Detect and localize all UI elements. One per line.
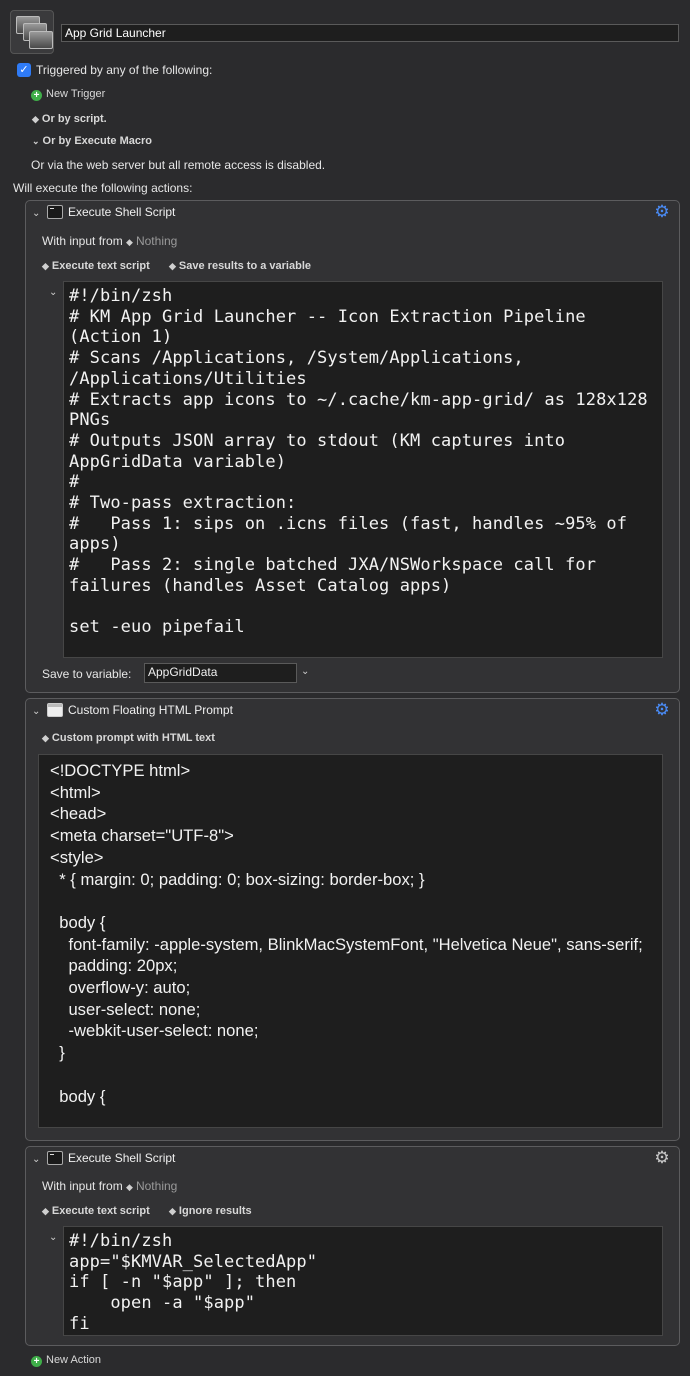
updown-icon: ◆: [42, 261, 49, 271]
action-title: Execute Shell Script: [68, 1151, 176, 1165]
action-execute-shell-script-2[interactable]: ⌄ Execute Shell Script ⚙ With input from…: [25, 1146, 680, 1346]
add-icon: +: [31, 90, 42, 101]
html-window-icon: [47, 703, 63, 717]
chevron-down-icon[interactable]: ⌄: [301, 666, 309, 677]
updown-icon: ◆: [32, 114, 39, 124]
actions-heading: Will execute the following actions:: [13, 181, 193, 195]
terminal-icon: [47, 1151, 63, 1165]
script-mode-popup[interactable]: ◆ Execute text script: [42, 260, 150, 272]
by-script-label: Or by script.: [41, 113, 107, 125]
updown-icon: ◆: [126, 237, 133, 247]
script-editor[interactable]: #!/bin/zsh # KM App Grid Launcher -- Ico…: [63, 281, 663, 658]
html-editor[interactable]: <!DOCTYPE html> <html> <head> <meta char…: [38, 754, 663, 1128]
gear-icon[interactable]: ⚙: [653, 1149, 671, 1167]
updown-icon: ◆: [169, 261, 176, 271]
macro-name-field[interactable]: App Grid Launcher: [61, 24, 679, 42]
chevron-down-icon[interactable]: ⌄: [49, 287, 57, 298]
updown-icon: ◆: [126, 1182, 133, 1192]
new-action-label: New Action: [46, 1354, 102, 1366]
add-icon: +: [31, 1356, 42, 1367]
chevron-down-icon[interactable]: ⌄: [32, 706, 40, 717]
action-title: Custom Floating HTML Prompt: [68, 703, 233, 717]
results-popup[interactable]: ◆ Save results to a variable: [169, 260, 311, 272]
script-mode-popup[interactable]: ◆ Execute text script: [42, 1205, 150, 1217]
script-mode-label: Execute text script: [51, 1205, 150, 1217]
input-from-value: Nothing: [135, 1179, 178, 1193]
updown-icon: ◆: [42, 733, 49, 743]
by-execute-label: Or by Execute Macro: [42, 135, 152, 147]
action-title: Execute Shell Script: [68, 205, 176, 219]
new-trigger-button[interactable]: + New Trigger: [31, 88, 105, 101]
chevron-down-icon[interactable]: ⌄: [32, 1154, 40, 1165]
triggers-heading: Triggered by any of the following:: [36, 63, 213, 77]
input-from-row[interactable]: With input from ◆ Nothing: [42, 234, 177, 248]
new-action-button[interactable]: + New Action: [31, 1354, 101, 1367]
chevron-down-icon: ⌄: [32, 136, 40, 146]
results-popup[interactable]: ◆ Ignore results: [169, 1205, 252, 1217]
save-to-variable-label: Save to variable:: [42, 667, 132, 681]
gear-icon[interactable]: ⚙: [653, 701, 671, 719]
by-execute-disclosure[interactable]: ⌄ Or by Execute Macro: [32, 135, 152, 147]
script-mode-label: Execute text script: [51, 260, 150, 272]
variable-name-field[interactable]: AppGridData: [144, 663, 297, 683]
results-label: Ignore results: [178, 1205, 252, 1217]
action-custom-html-prompt[interactable]: ⌄ Custom Floating HTML Prompt ⚙ ◆ Custom …: [25, 698, 680, 1141]
gear-icon[interactable]: ⚙: [653, 203, 671, 221]
updown-icon: ◆: [42, 1206, 49, 1216]
by-script-popup[interactable]: ◆ Or by script.: [32, 113, 107, 125]
script-editor[interactable]: #!/bin/zsh app="$KMVAR_SelectedApp" if […: [63, 1226, 663, 1336]
triggered-checkbox[interactable]: ✓: [17, 63, 31, 77]
prompt-mode-popup[interactable]: ◆ Custom prompt with HTML text: [42, 732, 215, 744]
chevron-down-icon[interactable]: ⌄: [32, 208, 40, 219]
action-execute-shell-script-1[interactable]: ⌄ Execute Shell Script ⚙ With input from…: [25, 200, 680, 693]
input-from-label: With input from: [42, 1179, 123, 1193]
updown-icon: ◆: [169, 1206, 176, 1216]
terminal-icon: [47, 205, 63, 219]
results-label: Save results to a variable: [178, 260, 311, 272]
macro-icon[interactable]: [10, 10, 54, 54]
input-from-row[interactable]: With input from ◆ Nothing: [42, 1179, 177, 1193]
new-trigger-label: New Trigger: [46, 88, 106, 100]
input-from-label: With input from: [42, 234, 123, 248]
chevron-down-icon[interactable]: ⌄: [49, 1232, 57, 1243]
window-icon: [29, 31, 53, 49]
input-from-value: Nothing: [135, 234, 178, 248]
prompt-mode-label: Custom prompt with HTML text: [51, 732, 215, 744]
web-server-note: Or via the web server but all remote acc…: [31, 158, 326, 172]
